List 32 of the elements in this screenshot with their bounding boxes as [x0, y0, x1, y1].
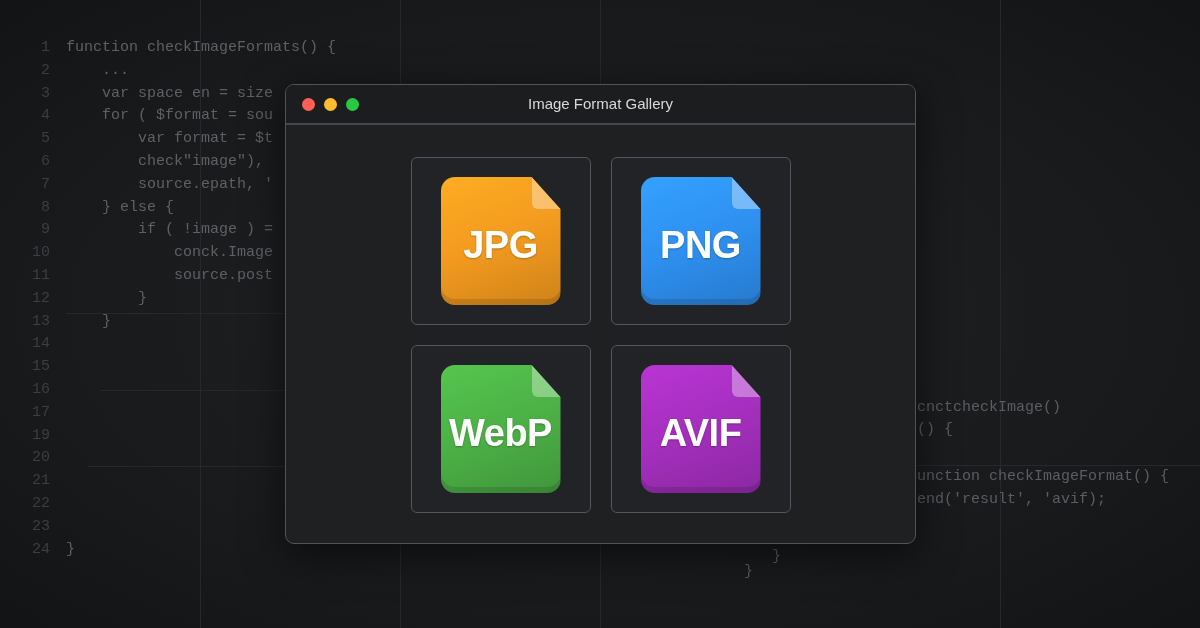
code-line: function checkImageFormats() { — [66, 38, 337, 58]
code-line: } — [772, 547, 781, 567]
code-line: if ( !image ) = — [137, 220, 274, 241]
code-line: } — [66, 539, 75, 560]
code-line: unction checkImageFormat() { — [917, 467, 1170, 487]
file-format-badge: WebP — [440, 365, 561, 493]
code-line: () { — [917, 420, 953, 440]
file-format-badge: AVIF — [640, 365, 761, 493]
gallery-tile[interactable]: PNG — [610, 157, 791, 325]
code-line: cnctcheckImage() — [917, 398, 1062, 418]
code-line: conck.Image — [173, 243, 274, 264]
code-line: } — [744, 562, 753, 582]
code-line: } else { — [101, 197, 175, 218]
file-format-badge: JPG — [440, 177, 561, 305]
window-title: Image Format Gallery — [528, 93, 673, 114]
code-line: ... — [101, 60, 129, 81]
code-line: for ( $format = sou — [101, 106, 274, 127]
code-line: source.post — [173, 265, 274, 286]
gallery-tile[interactable]: AVIF — [610, 345, 791, 513]
file-format-badge: PNG — [640, 177, 761, 305]
gallery-tile[interactable]: JPG — [410, 157, 591, 325]
code-line: check"image"), — [137, 152, 265, 172]
gallery-tile[interactable]: WebP — [410, 345, 591, 513]
window-control-button[interactable] — [302, 97, 315, 111]
window-control-button[interactable] — [346, 97, 359, 111]
code-line: source.epath, ' — [137, 174, 274, 195]
code-line: } — [137, 288, 147, 309]
code-line: var space en = size — [101, 83, 274, 104]
code-line: var format = $t — [137, 129, 274, 150]
window-control-button[interactable] — [324, 97, 337, 111]
code-line: end('result', 'avif); — [917, 490, 1107, 510]
code-line: } — [101, 311, 111, 332]
